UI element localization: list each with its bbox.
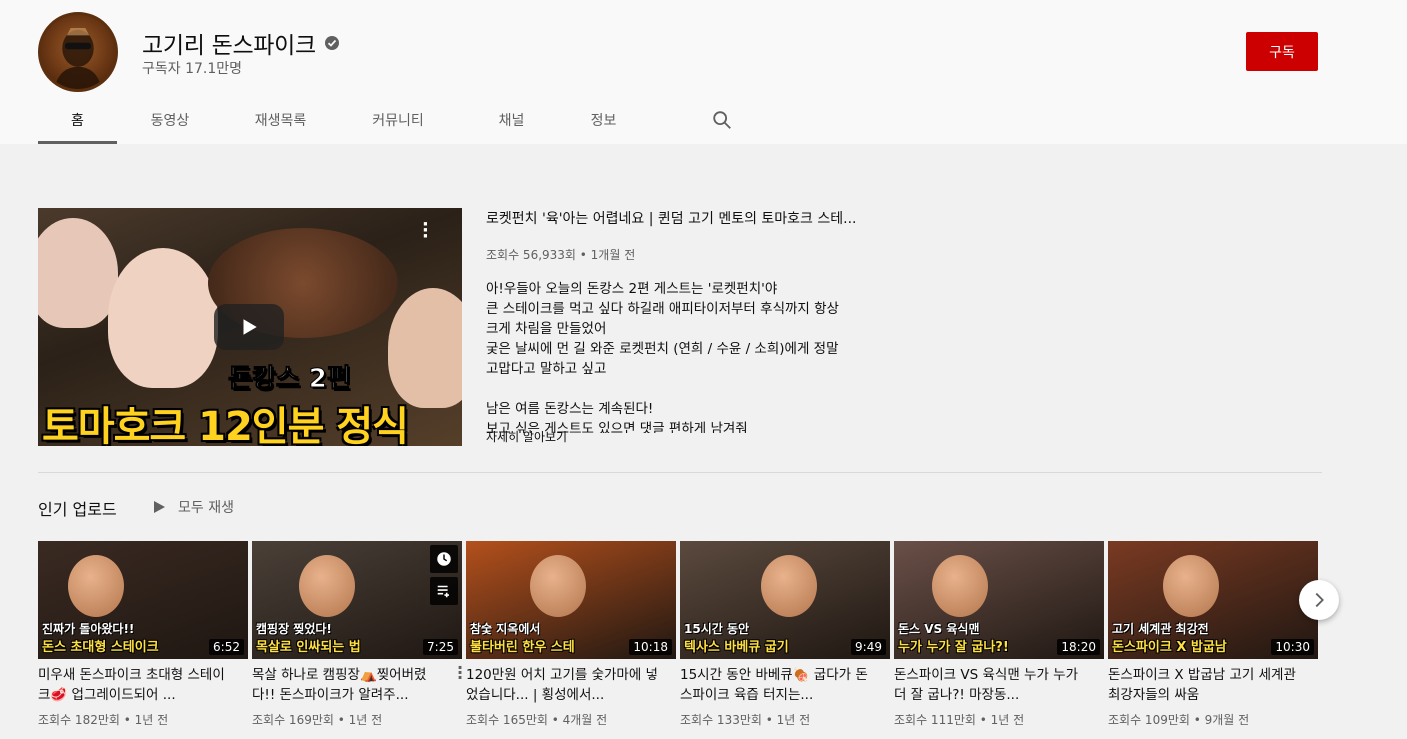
video-duration: 6:52 — [209, 639, 244, 655]
video-title[interactable]: 돈스파이크 VS 육식맨 누가 누가 더 잘 굽나?! 마장동... — [894, 665, 1090, 705]
description-line: 궂은 날씨에 먼 길 와준 로켓펀치 (연희 / 수윤 / 소희)에게 정말 — [486, 341, 839, 357]
featured-thumb-caption: 돈캉스 2편 — [228, 364, 352, 395]
channel-header: 고기리 돈스파이크 구독자 17.1만명 구독 홈 동영상 재생목록 커뮤니티 … — [0, 0, 1407, 144]
video-meta: 조회수 109만회 • 9개월 전 — [1108, 713, 1250, 727]
play-icon — [243, 319, 257, 335]
featured-video-thumbnail[interactable]: 돈캉스 2편 토마호크 12인분 정식 · · · — [38, 208, 462, 446]
video-card[interactable]: 15시간 동안텍사스 바베큐 굽기 9:49 15시간 동안 바베큐🍖 굽다가 돈스… — [680, 541, 890, 728]
clock-icon — [437, 552, 451, 566]
queue-icon — [437, 585, 449, 598]
thumb-person — [108, 248, 218, 388]
video-title[interactable]: 15시간 동안 바베큐🍖 굽다가 돈스파이크 육즙 터지는... — [680, 665, 876, 705]
thumb-caption: 캠핑장 찢었다! — [256, 622, 332, 636]
verified-icon — [324, 35, 340, 51]
play-button[interactable] — [214, 304, 284, 350]
video-title[interactable]: 돈스파이크 X 밥굽남 고기 세계관 최강자들의 싸움 — [1108, 665, 1304, 705]
video-thumbnail[interactable]: 참숯 지옥에서불타버린 한우 스테 10:18 — [466, 541, 676, 659]
thumb-caption: 돈스 VS 육식맨 — [898, 622, 980, 636]
featured-video-description: 아!우들아 오늘의 돈캉스 2편 게스트는 '로켓펀치'야 큰 스테이크를 먹고… — [486, 279, 886, 433]
video-thumbnail[interactable]: 고기 세계관 최강전돈스파이크 X 밥굽남 10:30 — [1108, 541, 1318, 659]
video-title[interactable]: 목살 하나로 캠핑장⛺찢어버렸다!! 돈스파이크가 알려주... — [252, 665, 448, 705]
tab-videos[interactable]: 동영상 — [117, 96, 223, 144]
thumb-person — [299, 555, 355, 617]
channel-name: 고기리 돈스파이크 — [142, 33, 316, 59]
thumb-person — [1163, 555, 1219, 617]
thumb-person — [932, 555, 988, 617]
play-icon — [154, 501, 165, 513]
channel-tabs: 홈 동영상 재생목록 커뮤니티 채널 정보 — [38, 96, 742, 144]
thumb-caption: 15시간 동안 — [684, 622, 750, 636]
video-meta: 조회수 165만회 • 4개월 전 — [466, 713, 608, 727]
channel-avatar[interactable] — [38, 12, 118, 92]
chevron-right-icon — [1315, 592, 1324, 608]
thumb-person — [388, 288, 462, 408]
video-card[interactable]: 고기 세계관 최강전돈스파이크 X 밥굽남 10:30 돈스파이크 X 밥굽남 고기… — [1108, 541, 1318, 728]
read-more-link[interactable]: 자세히 알아보기 — [486, 428, 567, 445]
section-title[interactable]: 인기 업로드 — [38, 496, 117, 520]
tab-home[interactable]: 홈 — [38, 96, 117, 144]
video-thumbnail[interactable]: 진짜가 돌아왔다!! 돈스 초대형 스테이크 6:52 — [38, 541, 248, 659]
thumb-caption: 돈스 초대형 스테이크 — [42, 640, 159, 655]
thumb-person — [530, 555, 586, 617]
section-divider — [38, 472, 1322, 473]
video-card[interactable]: 돈스 VS 육식맨누가 누가 잘 굽나?! 18:20 돈스파이크 VS 육식맨 누… — [894, 541, 1104, 728]
thumb-caption: 목살로 인싸되는 법 — [256, 640, 361, 655]
description-line: 큰 스테이크를 먹고 싶다 하길래 애피타이저부터 후식까지 항상 — [486, 301, 839, 317]
description-line: 아!우들아 오늘의 돈캉스 2편 게스트는 '로켓펀치'야 — [486, 281, 778, 297]
video-meta: 조회수 182만회 • 1년 전 — [38, 713, 169, 727]
description-line: 크게 차림을 만들었어 — [486, 321, 607, 337]
more-options-icon[interactable]: · · · — [422, 216, 429, 246]
featured-thumb-headline: 토마호크 12인분 정식 — [42, 404, 409, 446]
channel-search-button[interactable] — [702, 96, 742, 144]
featured-video-title[interactable]: 로켓펀치 '육'아는 어렵네요 | 퀸덤 고기 멘토의 토마호크 스테... — [486, 208, 878, 228]
add-to-queue-button[interactable] — [430, 577, 458, 605]
thumb-person — [68, 555, 124, 617]
carousel-next-button[interactable] — [1299, 580, 1339, 620]
video-thumbnail[interactable]: 돈스 VS 육식맨누가 누가 잘 굽나?! 18:20 — [894, 541, 1104, 659]
hover-actions — [430, 545, 458, 605]
video-duration: 18:20 — [1057, 639, 1100, 655]
video-card[interactable]: 참숯 지옥에서불타버린 한우 스테 10:18 120만원 어치 고기를 숯가마에 … — [466, 541, 676, 728]
description-line: 고맙다고 말하고 싶고 — [486, 361, 607, 377]
watch-later-button[interactable] — [430, 545, 458, 573]
video-card[interactable]: 캠핑장 찢었다! 목살로 인싸되는 법 7:25 목살 하나로 캠핑장⛺찢어버렸다!!… — [252, 541, 463, 728]
search-icon — [713, 111, 731, 129]
video-duration: 10:18 — [629, 639, 672, 655]
video-title[interactable]: 미우새 돈스파이크 초대형 스테이크🥩 업그레이드되어 ... — [38, 665, 234, 705]
thumb-caption: 참숯 지옥에서 — [470, 622, 541, 636]
video-meta: 조회수 111만회 • 1년 전 — [894, 713, 1025, 727]
video-meta: 조회수 169만회 • 1년 전 — [252, 713, 383, 727]
subscriber-count: 구독자 17.1만명 — [142, 61, 243, 77]
tab-playlists[interactable]: 재생목록 — [223, 96, 338, 144]
thumb-caption: 돈스파이크 X 밥굽남 — [1112, 640, 1227, 655]
tab-community[interactable]: 커뮤니티 — [338, 96, 458, 144]
video-title[interactable]: 120만원 어치 고기를 숯가마에 넣었습니다... | 횡성에서... — [466, 665, 662, 705]
featured-video-meta: 조회수 56,933회 • 1개월 전 — [486, 248, 636, 262]
thumb-person — [761, 555, 817, 617]
thumb-person — [38, 218, 118, 328]
thumb-caption: 진짜가 돌아왔다!! — [42, 622, 135, 636]
video-card[interactable]: 진짜가 돌아왔다!! 돈스 초대형 스테이크 6:52 미우새 돈스파이크 초대형 스… — [38, 541, 248, 728]
description-gap — [486, 379, 886, 399]
video-duration: 7:25 — [423, 639, 458, 655]
thumb-caption: 고기 세계관 최강전 — [1112, 622, 1209, 636]
avatar-portrait-icon — [53, 27, 103, 89]
video-thumbnail[interactable]: 캠핑장 찢었다! 목살로 인싸되는 법 7:25 — [252, 541, 462, 659]
thumb-caption: 텍사스 바베큐 굽기 — [684, 640, 789, 655]
tab-channels[interactable]: 채널 — [458, 96, 565, 144]
description-line: 남은 여름 돈캉스는 계속된다! — [486, 401, 654, 417]
thumb-caption: 불타버린 한우 스테 — [470, 640, 575, 655]
featured-video-info: 로켓펀치 '육'아는 어렵네요 | 퀸덤 고기 멘토의 토마호크 스테... 조… — [486, 208, 886, 433]
video-meta: 조회수 133만회 • 1년 전 — [680, 713, 811, 727]
play-all-button[interactable]: 모두 재생 — [152, 497, 234, 517]
play-all-label: 모두 재생 — [178, 500, 234, 516]
video-thumbnail[interactable]: 15시간 동안텍사스 바베큐 굽기 9:49 — [680, 541, 890, 659]
tab-about[interactable]: 정보 — [565, 96, 642, 144]
video-duration: 10:30 — [1271, 639, 1314, 655]
video-duration: 9:49 — [851, 639, 886, 655]
subscribe-button[interactable]: 구독 — [1246, 32, 1318, 71]
thumb-caption: 누가 누가 잘 굽나?! — [898, 640, 1009, 655]
